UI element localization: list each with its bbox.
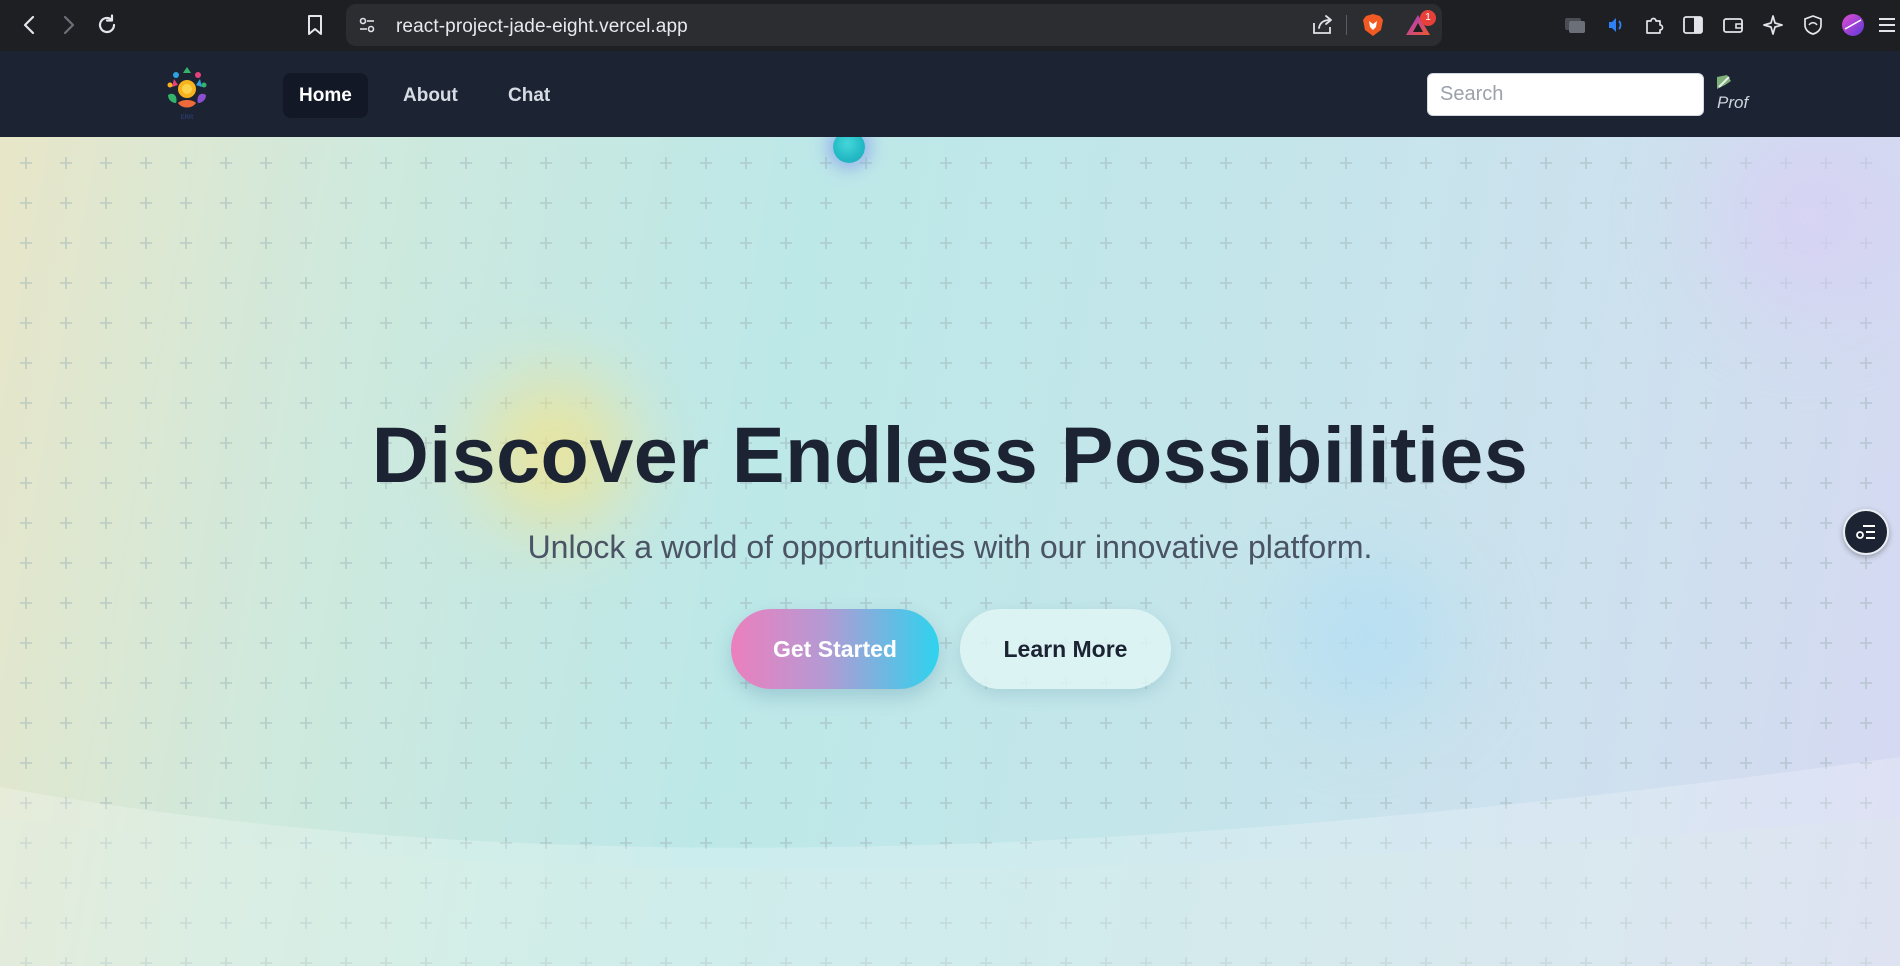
menu-icon[interactable] — [1874, 12, 1900, 38]
site-navbar: ERR Home About Chat Prof — [0, 51, 1900, 137]
bookmark-icon[interactable] — [298, 8, 332, 42]
logo-text: ERR — [180, 115, 194, 121]
nav-about[interactable]: About — [387, 73, 474, 118]
wallet-icon[interactable] — [1720, 12, 1746, 38]
learn-more-button[interactable]: Learn More — [960, 609, 1171, 689]
hero-section: Discover Endless Possibilities Unlock a … — [0, 137, 1900, 966]
back-icon[interactable] — [12, 8, 48, 42]
nav-chat[interactable]: Chat — [492, 73, 566, 118]
browser-toolbar: react-project-jade-eight.vercel.app 1 — [0, 0, 1900, 51]
broken-image-icon — [1717, 75, 1731, 89]
brave-shields-icon[interactable] — [1360, 12, 1386, 38]
leo-ai-icon[interactable] — [1760, 12, 1786, 38]
brave-rewards-icon[interactable]: 1 — [1404, 10, 1436, 38]
search-input[interactable] — [1427, 73, 1704, 116]
forward-icon[interactable] — [50, 8, 86, 42]
divider — [1346, 15, 1347, 35]
decorative-wave — [0, 757, 1900, 966]
floating-menu-button[interactable] — [1843, 509, 1889, 555]
list-settings-icon — [1856, 525, 1875, 539]
rewards-badge: 1 — [1420, 10, 1436, 26]
hero-subtitle: Unlock a world of opportunities with our… — [527, 529, 1373, 565]
puzzle-icon[interactable] — [1641, 12, 1667, 38]
profile-avatar[interactable]: Prof — [1713, 71, 1755, 115]
audio-icon[interactable] — [1602, 12, 1628, 38]
sidebar-icon[interactable] — [1680, 12, 1706, 38]
extension-icon[interactable] — [1562, 12, 1588, 38]
site-logo[interactable]: ERR — [156, 63, 218, 125]
profile-alt-text: Prof — [1717, 93, 1749, 112]
get-started-button[interactable]: Get Started — [731, 609, 939, 689]
address-bar[interactable]: react-project-jade-eight.vercel.app 1 — [346, 4, 1442, 46]
nav-home[interactable]: Home — [283, 73, 368, 118]
url-text[interactable]: react-project-jade-eight.vercel.app — [396, 16, 688, 38]
reload-icon[interactable] — [89, 8, 125, 42]
share-icon[interactable] — [1310, 13, 1336, 37]
vpn-icon[interactable] — [1800, 12, 1826, 38]
profile-icon[interactable] — [1840, 12, 1866, 38]
hero-title: Discover Endless Possibilities — [371, 410, 1529, 499]
site-settings-icon[interactable] — [356, 14, 378, 36]
